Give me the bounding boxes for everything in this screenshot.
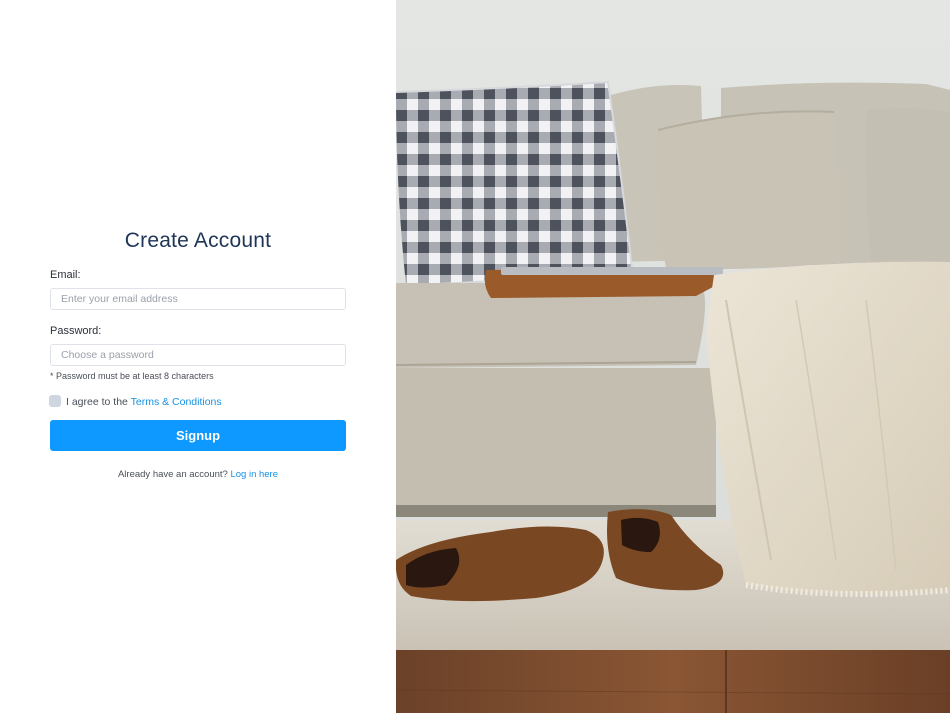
login-prompt-text: Already have an account? (117, 469, 228, 480)
signup-button[interactable]: Signup (50, 420, 346, 451)
password-field[interactable] (50, 344, 346, 366)
terms-agree-text: I agree to the (66, 396, 131, 408)
signup-panel: Create Account Email: Password: * Passwo… (0, 0, 396, 713)
terms-agreement: I agree to the Terms & Conditions (66, 396, 222, 408)
login-prompt: Already have an account? Log in here (0, 469, 396, 480)
sofa-illustration (396, 0, 950, 713)
email-label: Email: (50, 269, 81, 281)
living-room-photo (396, 0, 950, 713)
page-title: Create Account (124, 229, 272, 252)
email-field[interactable] (50, 288, 346, 310)
login-link[interactable]: Log in here (230, 469, 278, 480)
password-hint: * Password must be at least 8 characters (50, 371, 214, 381)
password-label: Password: (50, 325, 102, 337)
terms-link[interactable]: Terms & Conditions (131, 396, 222, 408)
terms-checkbox[interactable] (49, 395, 61, 407)
